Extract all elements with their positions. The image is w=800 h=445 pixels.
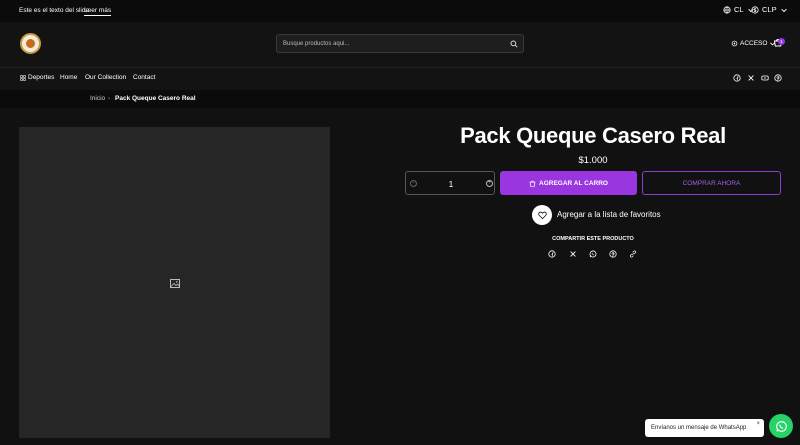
country-selector[interactable]: CL (723, 5, 755, 14)
breadcrumb-home[interactable]: Inicio (90, 95, 105, 102)
main-nav: Deportes Home Our Collection Contact (0, 68, 800, 90)
product-title: Pack Queque Casero Real (460, 123, 726, 148)
search-input[interactable]: Busque productos aqui... (276, 34, 524, 53)
nav-item-our-collection[interactable]: Our Collection (85, 74, 126, 81)
wishlist-button[interactable] (532, 205, 552, 225)
bag-icon (529, 180, 536, 187)
account-menu[interactable]: ACCESO (731, 40, 776, 47)
pinterest-icon[interactable] (774, 74, 782, 82)
youtube-icon[interactable] (761, 74, 769, 82)
breadcrumb-separator-icon: › (108, 95, 111, 102)
site-header: Busque productos aqui... ACCESO 1 (0, 22, 800, 68)
nav-label: Deportes (28, 74, 55, 81)
grid-icon (20, 74, 26, 81)
currency-label: CLP (762, 5, 777, 14)
x-twitter-icon[interactable] (747, 74, 755, 82)
close-icon[interactable]: × (756, 421, 760, 427)
announcement-link[interactable]: Leer más (84, 7, 112, 16)
nav-item-contact[interactable]: Contact (133, 74, 155, 81)
breadcrumb-current: Pack Queque Casero Real (115, 95, 196, 102)
facebook-share-icon[interactable] (548, 250, 556, 258)
search-icon[interactable] (510, 40, 518, 48)
image-placeholder-icon (170, 279, 180, 288)
nav-item-deportes[interactable]: Deportes (20, 74, 54, 81)
country-label: CL (734, 5, 744, 14)
add-to-cart-label: AGREGAR AL CARRO (539, 179, 608, 187)
whatsapp-share-icon[interactable] (589, 250, 597, 258)
wishlist-label[interactable]: Agregar a la lista de favoritos (557, 210, 661, 219)
announcement-bar: Este es el texto del slide Leer más CL C… (0, 0, 800, 22)
logo-mark (26, 39, 35, 48)
settings-icon (731, 40, 738, 47)
announcement-text: Este es el texto del slide (19, 7, 90, 14)
product-price: $1.000 (578, 155, 608, 166)
pinterest-share-icon[interactable] (609, 250, 617, 258)
whatsapp-chat-button[interactable] (769, 414, 793, 438)
globe-icon (723, 5, 731, 14)
account-label: ACCESO (740, 40, 768, 47)
breadcrumb: Inicio › Pack Queque Casero Real (0, 90, 800, 108)
chevron-down-icon (780, 8, 787, 12)
cart-count-badge: 1 (778, 38, 785, 45)
quantity-stepper[interactable]: − 1 + (405, 171, 495, 195)
currency-selector[interactable]: CLP (751, 5, 788, 14)
whatsapp-message-bubble[interactable]: Envíanos un mensaje de WhatsApp × (645, 419, 764, 437)
add-to-cart-button[interactable]: AGREGAR AL CARRO (500, 171, 637, 195)
buy-now-button[interactable]: COMPRAR AHORA (642, 171, 781, 195)
store-logo[interactable] (20, 33, 41, 54)
plus-icon[interactable]: + (486, 180, 493, 187)
copy-link-icon[interactable] (629, 250, 637, 258)
search-placeholder: Busque productos aqui... (283, 40, 350, 47)
x-share-icon[interactable] (569, 250, 577, 258)
quantity-value[interactable]: 1 (406, 179, 496, 189)
whatsapp-message-text: Envíanos un mensaje de WhatsApp (651, 425, 747, 431)
heart-icon (537, 211, 547, 219)
facebook-icon[interactable] (733, 74, 741, 82)
whatsapp-icon (775, 420, 787, 432)
nav-item-home[interactable]: Home (60, 74, 77, 81)
share-label: COMPARTIR ESTE PRODUCTO (552, 236, 634, 242)
currency-icon (751, 5, 759, 14)
